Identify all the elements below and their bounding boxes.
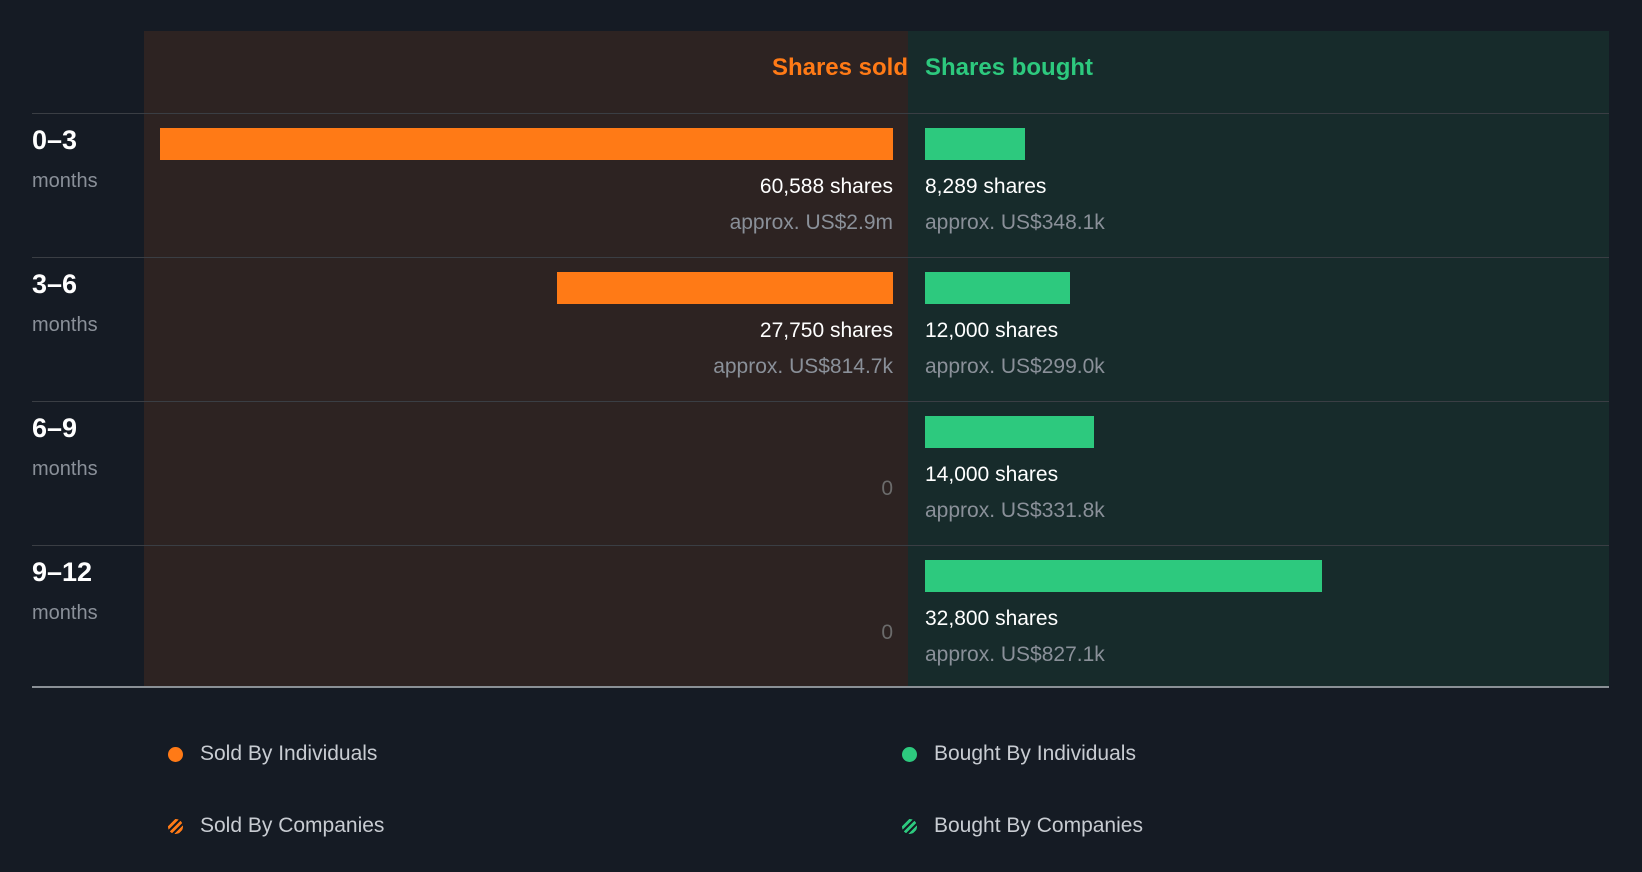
period-label: 9–12 [32,557,93,587]
orange-dot-icon [168,746,183,762]
legend-label: Bought By Individuals [934,742,1136,765]
sold-bar[interactable] [557,272,893,304]
sold-zero-value: 0 [881,477,893,500]
bought-shares-value: 12,000 shares [925,319,1059,342]
months-label: months [32,170,98,192]
sold-shares-value: 27,750 shares [759,319,893,342]
sold-zero-value: 0 [881,621,893,644]
bought-bar[interactable] [925,272,1071,304]
legend-sold-individuals[interactable]: Sold By Individuals [168,742,377,766]
months-label: months [32,602,98,624]
legend-bought-companies[interactable]: Bought By Companies [902,814,1143,838]
legend-sold-companies[interactable]: Sold By Companies [168,814,384,838]
legend-label: Sold By Companies [200,814,385,837]
row-divider [32,113,1609,114]
sold-bar[interactable] [160,128,893,160]
period-label: 3–6 [32,269,78,299]
shares-sold-header: Shares sold [771,54,908,81]
period-label: 6–9 [32,413,78,443]
bought-approx-value: approx. US$827.1k [925,643,1105,666]
orange-striped-dot-icon [168,818,183,834]
bought-approx-value: approx. US$331.8k [925,499,1105,522]
bought-approx-value: approx. US$299.0k [925,355,1105,378]
green-striped-dot-icon [902,818,917,834]
green-dot-icon [902,746,917,762]
bought-bar[interactable] [925,128,1026,160]
row-divider [32,545,1609,546]
period-label: 0–3 [32,125,78,155]
sold-approx-value: approx. US$2.9m [729,211,893,234]
months-label: months [32,458,98,480]
baseline [32,686,1609,688]
bought-bar[interactable] [925,560,1322,592]
sold-approx-value: approx. US$814.7k [713,355,893,378]
legend-label: Bought By Companies [934,814,1143,837]
legend-bought-individuals[interactable]: Bought By Individuals [902,742,1136,766]
row-divider [32,257,1609,258]
bought-approx-value: approx. US$348.1k [925,211,1105,234]
bought-shares-value: 14,000 shares [925,463,1059,486]
bought-shares-value: 32,800 shares [925,607,1059,630]
bought-shares-value: 8,289 shares [925,175,1047,198]
bought-bar[interactable] [925,416,1095,448]
legend-label: Sold By Individuals [200,742,378,765]
shares-bought-header: Shares bought [925,54,1094,81]
row-divider [32,401,1609,402]
months-label: months [32,314,98,336]
sold-shares-value: 60,588 shares [759,175,893,198]
